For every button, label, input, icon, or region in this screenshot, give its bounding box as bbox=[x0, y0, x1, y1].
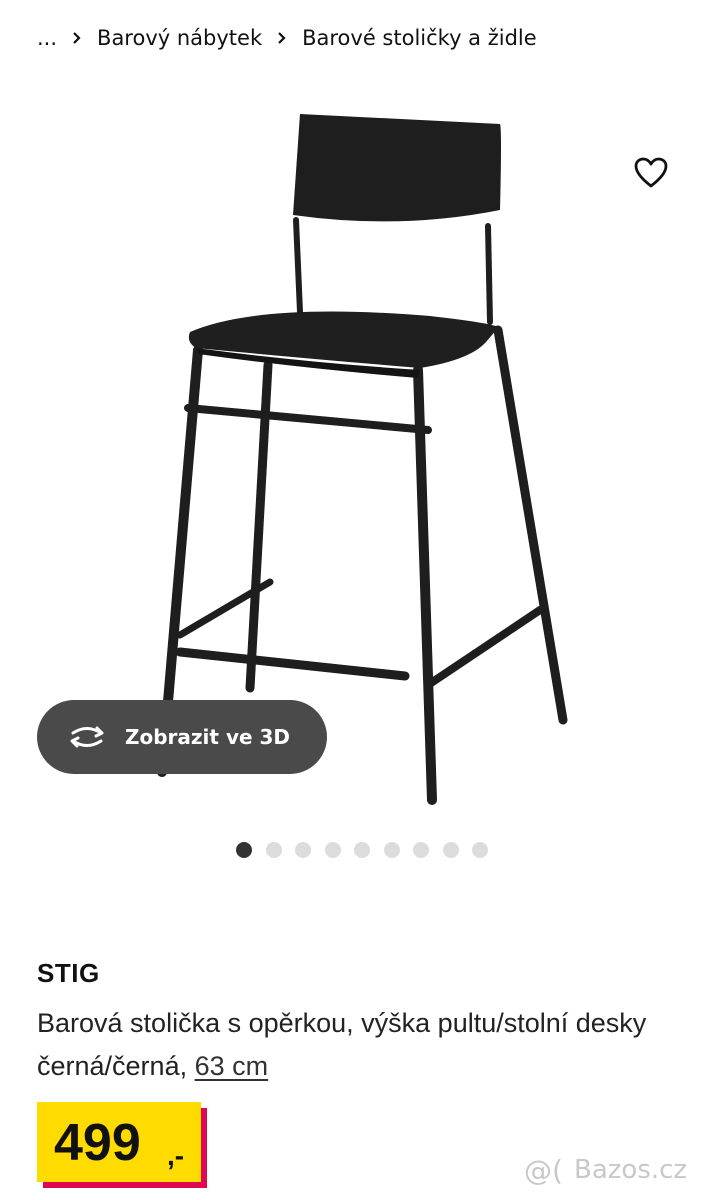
price-value: 499 bbox=[54, 1114, 141, 1172]
gallery-dot[interactable] bbox=[442, 842, 459, 858]
price-tag: 499 ,- bbox=[37, 1102, 207, 1188]
bazos-logo-icon: @( bbox=[524, 1154, 563, 1187]
breadcrumb-bar-furniture[interactable]: Barový nábytek bbox=[97, 26, 262, 50]
product-description: Barová stolička s opěrkou, výška pultu/s… bbox=[37, 1002, 697, 1088]
gallery-dot[interactable] bbox=[413, 842, 429, 858]
view-3d-button[interactable]: Zobrazit ve 3D bbox=[37, 700, 327, 774]
heart-outline-icon bbox=[634, 157, 668, 188]
gallery-dot[interactable] bbox=[236, 842, 252, 858]
svg-text:@(: @( bbox=[524, 1154, 563, 1187]
breadcrumb: ... Barový nábytek Barové stoličky a žid… bbox=[37, 22, 537, 54]
breadcrumb-ellipsis[interactable]: ... bbox=[37, 26, 57, 50]
gallery-dot[interactable] bbox=[324, 842, 341, 858]
gallery-dot[interactable] bbox=[265, 842, 282, 858]
view-3d-label: Zobrazit ve 3D bbox=[125, 725, 291, 749]
price-suffix: ,- bbox=[167, 1140, 185, 1171]
chevron-right-icon bbox=[57, 31, 97, 45]
chevron-right-icon bbox=[262, 31, 302, 45]
watermark: @( Bazos.cz bbox=[524, 1152, 687, 1188]
breadcrumb-bar-stools[interactable]: Barové stoličky a židle bbox=[302, 26, 537, 50]
price-tag-box: 499 ,- bbox=[37, 1102, 201, 1182]
gallery-dot[interactable] bbox=[472, 842, 488, 858]
gallery-dot[interactable] bbox=[295, 842, 311, 858]
product-description-text: Barová stolička s opěrkou, výška pultu/s… bbox=[37, 1008, 647, 1081]
rotate-3d-icon bbox=[70, 726, 104, 748]
gallery-dot[interactable] bbox=[354, 842, 370, 858]
watermark-text: Bazos.cz bbox=[574, 1155, 688, 1185]
favorite-button[interactable] bbox=[624, 146, 678, 200]
size-link[interactable]: 63 cm bbox=[195, 1051, 269, 1081]
product-name: STIG bbox=[37, 958, 100, 988]
gallery-dot[interactable] bbox=[383, 842, 400, 858]
gallery-pagination bbox=[236, 842, 502, 858]
